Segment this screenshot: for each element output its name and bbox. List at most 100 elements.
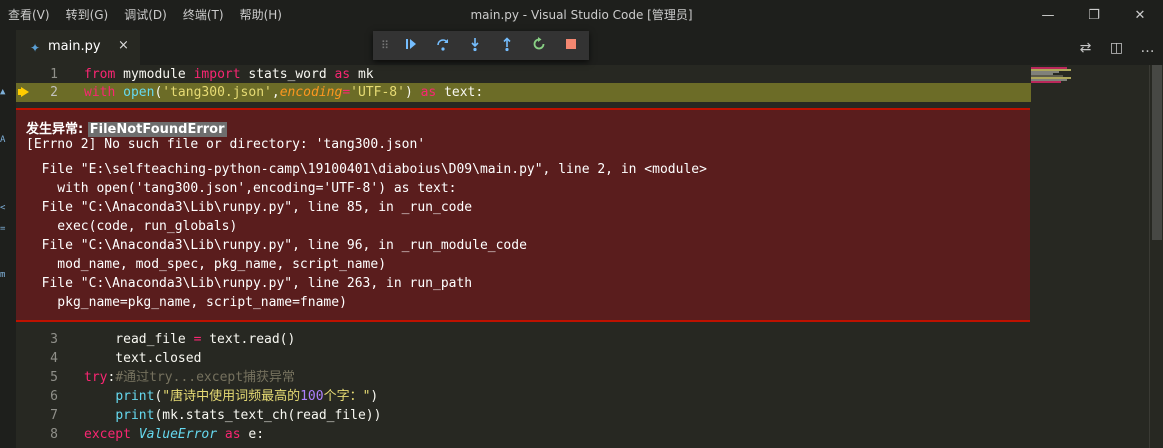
exception-message: [Errno 2] No such file or directory: 'ta… xyxy=(26,137,426,152)
side-panel-glyph: m xyxy=(0,270,6,280)
scroll-thumb[interactable] xyxy=(1152,65,1162,240)
code-line[interactable]: 5 try:#通过try...except捕获异常 xyxy=(16,368,1031,387)
code-token: import xyxy=(193,67,241,82)
continue-button[interactable] xyxy=(395,31,427,60)
code-token: stats_word xyxy=(240,67,335,82)
exception-title: 发生异常: FileNotFoundError xyxy=(26,118,227,137)
continue-icon xyxy=(403,36,419,56)
editor-actions: ⇄ ◫… xyxy=(1070,30,1163,65)
line-number: 8 xyxy=(50,427,58,442)
drag-handle-icon[interactable]: ⠿ xyxy=(373,39,395,52)
code-text: read_file = text.read() xyxy=(84,330,295,349)
trace-line: with open('tang300.json',encoding='UTF-8… xyxy=(26,181,457,196)
side-panel-edge: ▲ A < = m xyxy=(0,30,16,448)
code-token: 'UTF-8' xyxy=(350,85,405,100)
code-token: ) xyxy=(404,85,421,100)
minimap[interactable] xyxy=(1031,65,1149,448)
code-token: mk xyxy=(350,67,374,82)
side-panel-glyph: ▲ xyxy=(0,87,6,97)
restore-button[interactable]: ❐ xyxy=(1071,0,1117,30)
menu-item-3[interactable]: 终端(T) xyxy=(175,0,232,30)
code-token: text: xyxy=(436,85,484,100)
code-token: 个字：" xyxy=(323,389,371,404)
code-token: try xyxy=(84,370,108,385)
split-editor-icon[interactable]: ◫ xyxy=(1101,30,1132,65)
code-line[interactable]: 6 print("唐诗中使用词频最高的100个字：") xyxy=(16,387,1031,406)
vertical-scrollbar[interactable] xyxy=(1149,65,1163,448)
window-controls: — ❐ ✕ xyxy=(1025,0,1163,30)
code-token: 100 xyxy=(300,389,324,404)
debug-toolbar: ⠿ xyxy=(373,31,589,60)
code-line[interactable]: 8 except ValueError as e: xyxy=(16,425,1031,444)
code-token: e: xyxy=(240,427,265,442)
code-line[interactable]: 4 text.closed xyxy=(16,349,1031,368)
code-token: = xyxy=(342,85,351,100)
menu-item-1[interactable]: 转到(G) xyxy=(58,0,117,30)
step-out-button[interactable] xyxy=(491,31,523,60)
code-token: print xyxy=(115,389,155,404)
code-token: ValueError xyxy=(138,427,218,442)
restart-button[interactable] xyxy=(523,31,555,60)
exception-label: 发生异常: xyxy=(26,122,88,137)
code-line[interactable]: 1 from mymodule import stats_word as mk xyxy=(16,65,1031,84)
python-file-icon: ✦ xyxy=(30,41,41,55)
code-token: from xyxy=(84,67,116,82)
code-text: text.closed xyxy=(84,349,201,368)
line-number: 4 xyxy=(50,351,58,366)
trace-line: File "E:\selfteaching-python-camp\191004… xyxy=(26,162,707,177)
code-token: as xyxy=(420,85,437,100)
more-actions-icon[interactable]: … xyxy=(1132,30,1163,65)
code-text: from mymodule import stats_word as mk xyxy=(84,65,374,84)
menu-bar: 查看(V) 转到(G) 调试(D) 终端(T) 帮助(H) xyxy=(0,0,290,30)
code-token: , xyxy=(271,85,280,100)
step-into-button[interactable] xyxy=(459,31,491,60)
code-token: except xyxy=(84,427,131,442)
line-number: 5 xyxy=(50,370,58,385)
code-token: open xyxy=(123,85,155,100)
menu-item-0[interactable]: 查看(V) xyxy=(0,0,58,30)
editor-tab-bar: ✦ main.py × ⇄ ◫… xyxy=(16,30,1163,65)
stop-button[interactable] xyxy=(555,31,587,60)
code-token: mymodule xyxy=(115,67,194,82)
side-panel-glyph: A xyxy=(0,135,6,145)
code-token: read_file xyxy=(84,332,194,347)
minimize-button[interactable]: — xyxy=(1025,0,1071,30)
line-number: 7 xyxy=(50,408,58,423)
code-token: with xyxy=(84,85,116,100)
close-tab-icon[interactable]: × xyxy=(118,38,129,53)
side-panel-glyph: = xyxy=(0,224,6,234)
code-line[interactable]: 7 print(mk.stats_text_ch(read_file)) xyxy=(16,406,1031,425)
code-text: print("唐诗中使用词频最高的100个字：") xyxy=(84,387,378,406)
step-over-button[interactable] xyxy=(427,31,459,60)
step-over-icon xyxy=(435,36,451,56)
code-token: #通过try...except捕获异常 xyxy=(115,370,296,385)
menu-item-2[interactable]: 调试(D) xyxy=(116,0,175,30)
code-line[interactable]: 3 read_file = text.read() xyxy=(16,330,1031,349)
close-window-button[interactable]: ✕ xyxy=(1117,0,1163,30)
code-token: print xyxy=(115,408,155,423)
minimap-line xyxy=(1031,81,1061,83)
code-line[interactable]: 2 with open('tang300.json',encoding='UTF-… xyxy=(16,83,1031,102)
tab-label: main.py xyxy=(48,39,101,54)
step-into-icon xyxy=(467,36,483,56)
code-token: ) xyxy=(370,389,379,404)
tab-main-py[interactable]: ✦ main.py × xyxy=(16,30,140,65)
trace-line: exec(code, run_globals) xyxy=(26,219,238,234)
code-text: try:#通过try...except捕获异常 xyxy=(84,368,295,387)
code-text: except ValueError as e: xyxy=(84,425,264,444)
exception-type: FileNotFoundError xyxy=(87,122,227,137)
code-token: text.closed xyxy=(84,351,202,366)
trace-line: File "C:\Anaconda3\Lib\runpy.py", line 8… xyxy=(26,200,473,215)
code-token: as xyxy=(224,427,241,442)
menu-item-4[interactable]: 帮助(H) xyxy=(232,0,290,30)
stop-icon xyxy=(563,36,579,56)
open-changes-icon[interactable]: ⇄ xyxy=(1070,30,1101,65)
code-token: as xyxy=(334,67,351,82)
code-token: text.read() xyxy=(201,332,296,347)
trace-line: File "C:\Anaconda3\Lib\runpy.py", line 9… xyxy=(26,238,527,253)
